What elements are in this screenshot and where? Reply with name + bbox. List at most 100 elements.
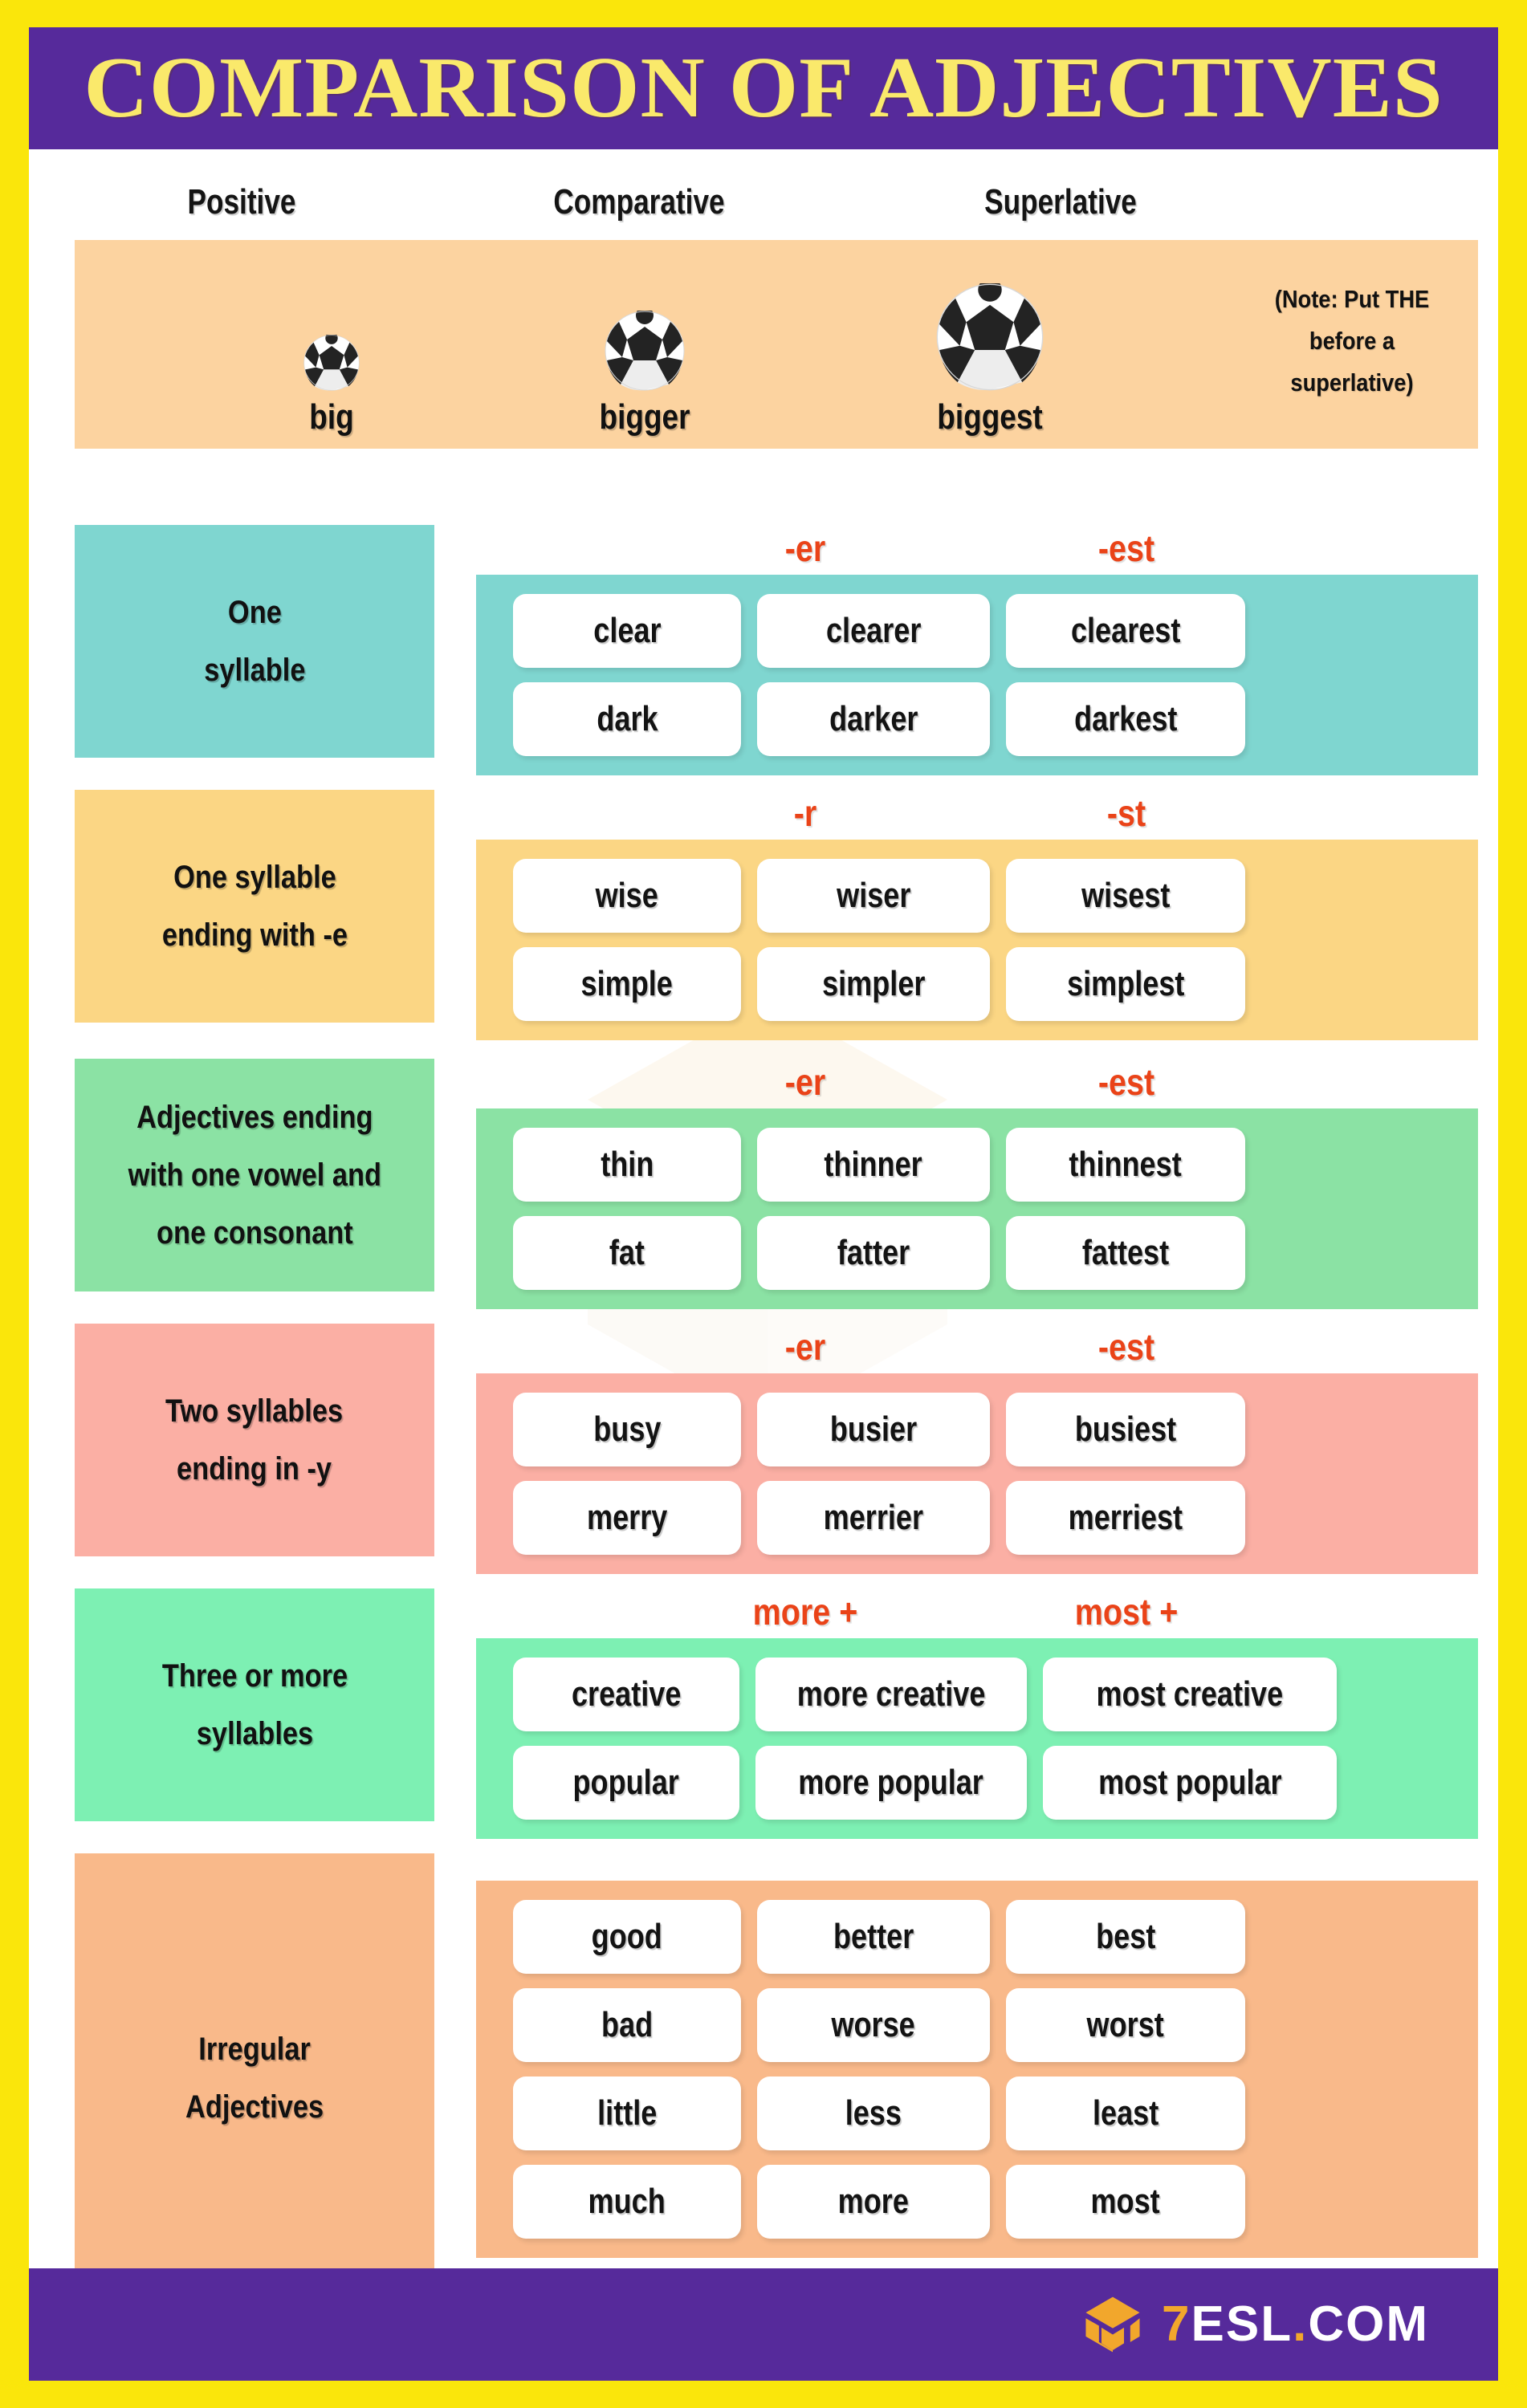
word-card-positive[interactable]: fat: [513, 1216, 741, 1290]
word-card-text: worse: [831, 2005, 916, 2044]
word-card-comparative[interactable]: simpler: [757, 947, 990, 1021]
word-card-superlative[interactable]: worst: [1006, 1988, 1245, 2062]
word-card-superlative[interactable]: busiest: [1006, 1393, 1245, 1466]
section-label-text: One syllable: [203, 595, 306, 688]
section-label-5: Three or more syllables: [75, 1588, 434, 1821]
word-card-text: simplest: [1066, 964, 1185, 1003]
word-card-positive[interactable]: wise: [513, 859, 741, 933]
word-card-grid: thin thinner thinnest fat fatter fattest: [476, 1108, 1478, 1309]
column-header-superlative: Superlative: [984, 182, 1137, 222]
word-card-text: simple: [580, 964, 674, 1003]
word-row: good better best: [476, 1898, 1478, 1975]
word-card-positive[interactable]: bad: [513, 1988, 741, 2062]
logo-dot: .: [1293, 2296, 1309, 2352]
word-card-text: clear: [592, 611, 662, 650]
word-card-text: thinner: [824, 1145, 923, 1184]
site-logo[interactable]: 7ESL.COM: [1081, 2293, 1429, 2356]
word-card-comparative[interactable]: wiser: [757, 859, 990, 933]
suffix-comparative: -r: [793, 792, 817, 834]
word-card-positive[interactable]: dark: [513, 682, 741, 756]
suffix-superlative: -st: [1106, 792, 1146, 834]
word-row: merry merrier merriest: [476, 1479, 1478, 1556]
word-card-text: busier: [829, 1409, 918, 1449]
word-card-comparative[interactable]: thinner: [757, 1128, 990, 1202]
word-card-positive[interactable]: good: [513, 1900, 741, 1974]
word-card-comparative[interactable]: busier: [757, 1393, 990, 1466]
logo-seven: 7: [1162, 2296, 1191, 2352]
word-card-text: better: [833, 1917, 914, 1956]
section-band: Adjectives ending with one vowel and one c…: [29, 1059, 1498, 1312]
word-card-comparative[interactable]: fatter: [757, 1216, 990, 1290]
word-card-positive[interactable]: popular: [513, 1746, 739, 1820]
section-band: One syllable ending with -e -r -st wise wiser…: [29, 790, 1498, 1043]
word-card-superlative[interactable]: darkest: [1006, 682, 1245, 756]
word-card-text: more: [837, 2182, 910, 2221]
soccer-ball-icon: [605, 311, 685, 391]
word-card-text: wiser: [836, 876, 911, 915]
word-card-positive[interactable]: little: [513, 2076, 741, 2150]
word-card-grid: busy busier busiest merry merrier merriest: [476, 1373, 1478, 1574]
word-row: much more most: [476, 2163, 1478, 2240]
word-card-comparative[interactable]: merrier: [757, 1481, 990, 1555]
word-card-superlative[interactable]: merriest: [1006, 1481, 1245, 1555]
word-card-superlative[interactable]: simplest: [1006, 947, 1245, 1021]
word-card-comparative[interactable]: more: [757, 2165, 990, 2239]
word-card-positive[interactable]: much: [513, 2165, 741, 2239]
word-card-positive[interactable]: busy: [513, 1393, 741, 1466]
word-card-superlative[interactable]: most: [1006, 2165, 1245, 2239]
word-card-text: more popular: [798, 1763, 984, 1802]
suffix-superlative: most +: [1074, 1591, 1179, 1633]
column-headers: Positive Comparative Superlative: [29, 180, 1498, 236]
suffix-row: -er -est: [476, 1324, 1478, 1373]
word-card-comparative[interactable]: better: [757, 1900, 990, 1974]
word-card-text: merriest: [1068, 1498, 1183, 1537]
example-label: biggest: [937, 397, 1043, 437]
word-card-text: fattest: [1081, 1233, 1170, 1272]
word-card-text: good: [591, 1917, 663, 1956]
word-card-text: fat: [609, 1233, 645, 1272]
word-card-positive[interactable]: merry: [513, 1481, 741, 1555]
section-band: Three or more syllables more + most + creati…: [29, 1588, 1498, 1842]
suffix-comparative: more +: [752, 1591, 858, 1633]
word-card-superlative[interactable]: most creative: [1043, 1658, 1337, 1731]
word-card-comparative[interactable]: more creative: [755, 1658, 1027, 1731]
word-card-positive[interactable]: simple: [513, 947, 741, 1021]
word-card-comparative[interactable]: worse: [757, 1988, 990, 2062]
word-row: popular more popular most popular: [476, 1744, 1478, 1821]
word-row: fat fatter fattest: [476, 1214, 1478, 1291]
word-card-text: clearer: [825, 611, 922, 650]
title-bar: COMPARISON OF ADJECTIVES: [29, 27, 1498, 149]
word-card-text: merrier: [823, 1498, 924, 1537]
word-card-superlative[interactable]: clearest: [1006, 594, 1245, 668]
section-band: One syllable -er -est clear clearer clearest da…: [29, 525, 1498, 779]
word-card-text: most popular: [1097, 1763, 1282, 1802]
word-card-superlative[interactable]: wisest: [1006, 859, 1245, 933]
word-card-text: busy: [592, 1409, 662, 1449]
word-card-text: most: [1090, 2182, 1161, 2221]
word-card-text: creative: [571, 1674, 682, 1714]
word-card-superlative[interactable]: most popular: [1043, 1746, 1337, 1820]
word-card-comparative[interactable]: darker: [757, 682, 990, 756]
section-label-1: One syllable: [75, 525, 434, 758]
superlative-note: (Note: Put THE before a superlative): [1274, 285, 1430, 397]
example-label: bigger: [599, 397, 690, 437]
word-card-text: simpler: [821, 964, 926, 1003]
word-card-text: least: [1092, 2093, 1159, 2133]
section-label-text: Irregular Adjectives: [185, 2032, 324, 2125]
word-card-comparative[interactable]: less: [757, 2076, 990, 2150]
word-row: creative more creative most creative: [476, 1656, 1478, 1733]
word-card-positive[interactable]: creative: [513, 1658, 739, 1731]
word-card-comparative[interactable]: clearer: [757, 594, 990, 668]
word-card-comparative[interactable]: more popular: [755, 1746, 1027, 1820]
word-card-superlative[interactable]: best: [1006, 1900, 1245, 1974]
section-label-text: Adjectives ending with one vowel and one c…: [128, 1100, 381, 1251]
word-card-text: wisest: [1081, 876, 1171, 915]
word-card-superlative[interactable]: fattest: [1006, 1216, 1245, 1290]
word-card-superlative[interactable]: least: [1006, 2076, 1245, 2150]
word-card-superlative[interactable]: thinnest: [1006, 1128, 1245, 1202]
soccer-ball-icon: [936, 283, 1044, 391]
word-card-positive[interactable]: thin: [513, 1128, 741, 1202]
logo-wordmark: 7ESL.COM: [1162, 2298, 1429, 2351]
word-card-positive[interactable]: clear: [513, 594, 741, 668]
word-row: thin thinner thinnest: [476, 1126, 1478, 1203]
